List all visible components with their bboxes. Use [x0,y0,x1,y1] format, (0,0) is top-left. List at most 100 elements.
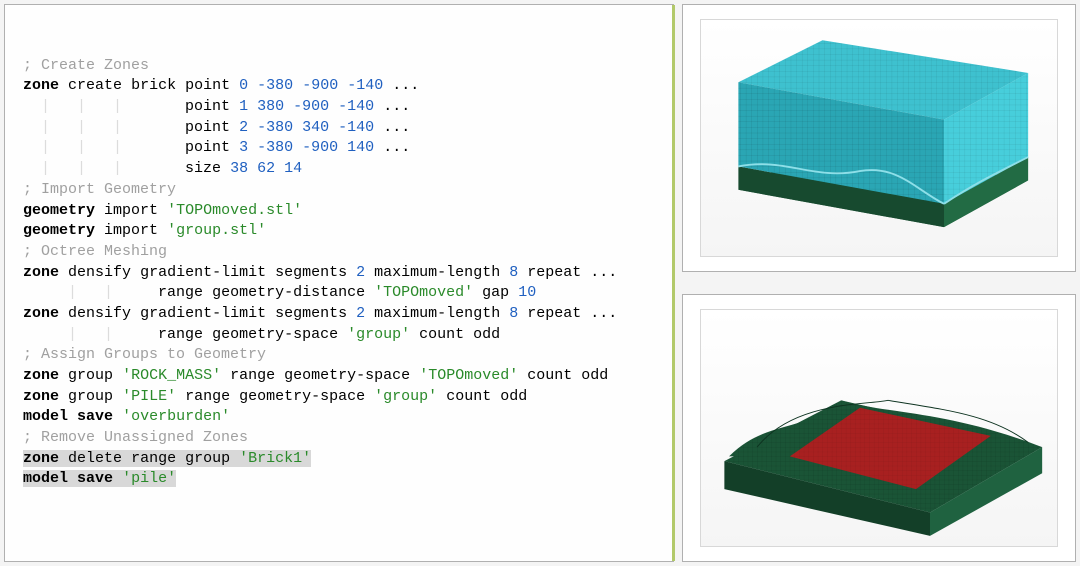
kw-range: range [158,326,203,343]
kw-maxlen: maximum-length [374,264,500,281]
kw-odd: odd [500,388,527,405]
kw-segments: segments [275,305,347,322]
comment: ; Import Geometry [23,181,176,198]
guide: | | [23,326,158,343]
kw-range: range [131,450,176,467]
kw-delete: delete [68,450,122,467]
kw-group: group [185,450,230,467]
str: 'Brick1' [239,450,311,467]
num: 62 [257,160,275,177]
str: 'pile' [122,470,176,487]
kw-create: create [68,77,122,94]
kw-zone: zone [23,388,59,405]
kw-model: model [23,470,68,487]
comment: ; Create Zones [23,57,149,74]
kw-group: group [68,388,113,405]
num: 140 [347,139,374,156]
viz-panel-top[interactable] [682,4,1076,272]
panel-accent-bar [672,5,675,561]
guide: | | | [23,160,167,177]
num: 2 [356,305,365,322]
str: 'TOPOmoved' [374,284,473,301]
num: -380 [257,77,293,94]
num: -140 [338,119,374,136]
kw-count: count [527,367,572,384]
kw-repeat: repeat [527,264,581,281]
kw-point: point [185,139,230,156]
num: 3 [239,139,248,156]
num: 14 [284,160,302,177]
kw-import: import [104,202,158,219]
kw-gradlimit: gradient-limit [140,305,266,322]
num: 10 [518,284,536,301]
num: -900 [302,139,338,156]
kw-zone: zone [23,367,59,384]
kw-brick: brick [131,77,176,94]
kw-zone: zone [23,264,59,281]
viz-panel-bottom[interactable] [682,294,1076,562]
kw-save: save [77,408,113,425]
kw-zone: zone [23,77,59,94]
ellipsis: ... [383,119,410,136]
kw-densify: densify [68,305,131,322]
kw-point: point [185,119,230,136]
num: 380 [257,98,284,115]
num: 8 [509,305,518,322]
comment: ; Assign Groups to Geometry [23,346,266,363]
str: 'TOPOmoved' [419,367,518,384]
kw-zone: zone [23,305,59,322]
num: -140 [347,77,383,94]
kw-geospace: geometry-space [239,388,365,405]
kw-densify: densify [68,264,131,281]
ellipsis: ... [590,305,617,322]
num: -900 [293,98,329,115]
kw-range: range [185,388,230,405]
num: -900 [302,77,338,94]
kw-gap: gap [482,284,509,301]
kw-gradlimit: gradient-limit [140,264,266,281]
num: 2 [239,119,248,136]
num: 8 [509,264,518,281]
kw-point: point [185,77,230,94]
comment: ; Remove Unassigned Zones [23,429,248,446]
num: 0 [239,77,248,94]
kw-model: model [23,408,68,425]
kw-segments: segments [275,264,347,281]
str: 'TOPOmoved.stl' [167,202,302,219]
kw-import: import [104,222,158,239]
code-editor[interactable]: ; Create Zones zone create brick point 0… [4,4,674,562]
ellipsis: ... [590,264,617,281]
visualization-column [682,4,1076,562]
num: 38 [230,160,248,177]
kw-odd: odd [473,326,500,343]
kw-odd: odd [581,367,608,384]
kw-geometry: geometry [23,202,95,219]
kw-geodist: geometry-distance [212,284,365,301]
kw-geospace: geometry-space [212,326,338,343]
kw-range: range [158,284,203,301]
str: 'group' [347,326,410,343]
num: 340 [302,119,329,136]
kw-range: range [230,367,275,384]
comment: ; Octree Meshing [23,243,167,260]
viz-canvas-bottom[interactable] [700,309,1057,548]
guide: | | | [23,139,167,156]
ellipsis: ... [383,139,410,156]
num: -380 [257,119,293,136]
str: 'group' [374,388,437,405]
str: 'group.stl' [167,222,266,239]
kw-geospace: geometry-space [284,367,410,384]
str: 'PILE' [122,388,176,405]
kw-count: count [419,326,464,343]
num: -140 [338,98,374,115]
str: 'ROCK_MASS' [122,367,221,384]
guide: | | [23,284,158,301]
kw-geometry: geometry [23,222,95,239]
ellipsis: ... [392,77,419,94]
kw-count: count [446,388,491,405]
str: 'overburden' [122,408,230,425]
main-layout: ; Create Zones zone create brick point 0… [0,0,1080,566]
viz-canvas-top[interactable] [700,19,1057,258]
kw-maxlen: maximum-length [374,305,500,322]
kw-zone: zone [23,450,59,467]
